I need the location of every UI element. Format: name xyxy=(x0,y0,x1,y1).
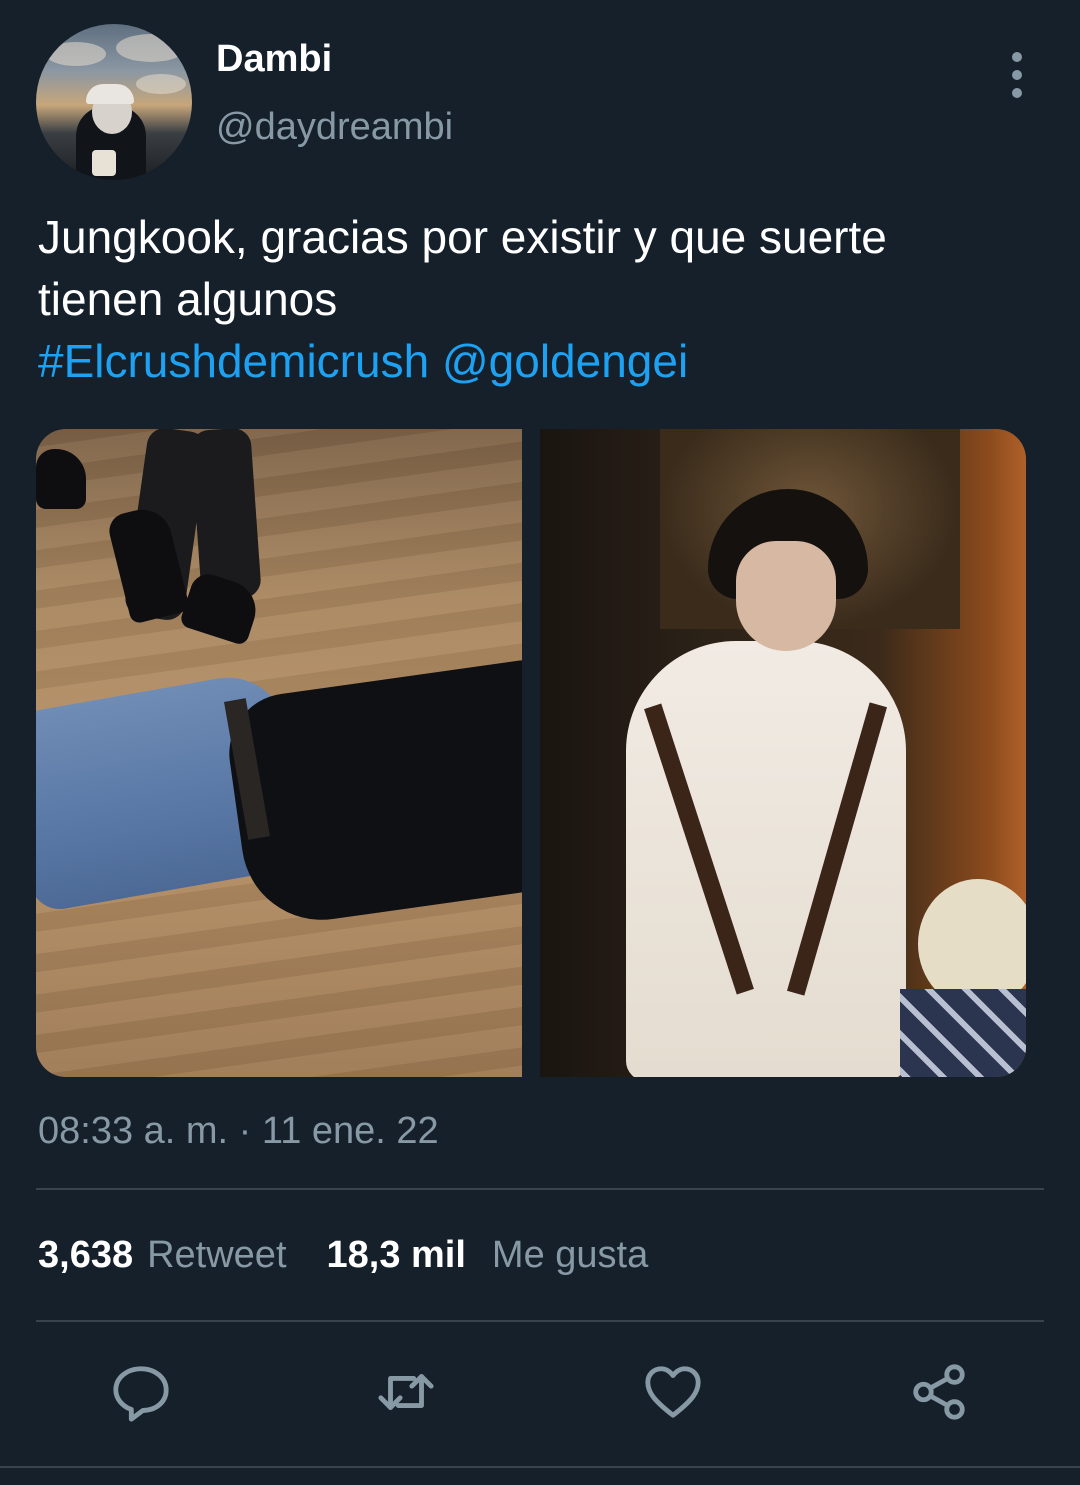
retweet-button[interactable] xyxy=(371,1350,441,1434)
dot-icon xyxy=(1012,88,1022,98)
divider xyxy=(36,1320,1044,1322)
reply-button[interactable] xyxy=(106,1350,176,1434)
retweets-stat[interactable]: 3,638 Retweet xyxy=(38,1234,287,1277)
reply-icon xyxy=(113,1366,169,1422)
user-handle[interactable]: @daydreambi xyxy=(216,106,453,149)
share-button[interactable] xyxy=(904,1350,974,1434)
tweet-text-line: tienen algunos xyxy=(38,273,338,325)
display-name[interactable]: Dambi xyxy=(216,38,332,81)
bottom-divider xyxy=(0,1466,1080,1468)
tweet-text: Jungkook, gracias por existir y que suer… xyxy=(38,206,1048,392)
divider xyxy=(36,1188,1044,1190)
more-options-button[interactable] xyxy=(1000,52,1034,98)
share-icon xyxy=(913,1364,965,1420)
like-button[interactable] xyxy=(638,1350,708,1434)
retweets-label: Retweet xyxy=(147,1234,287,1276)
retweets-count: 3,638 xyxy=(38,1234,134,1276)
retweet-icon xyxy=(378,1374,434,1410)
tweet-timestamp[interactable]: 08:33 a. m. · 11 ene. 22 xyxy=(38,1110,439,1153)
likes-count: 18,3 mil xyxy=(326,1234,466,1276)
tweet-photo-1[interactable] xyxy=(36,429,522,1077)
tweet-actions xyxy=(36,1350,1044,1434)
likes-stat[interactable]: 18,3 mil Me gusta xyxy=(327,1234,649,1277)
tweet-media xyxy=(36,429,1026,1077)
tweet-text-line: Jungkook, gracias por existir y que suer… xyxy=(38,211,887,263)
hashtag-link[interactable]: #Elcrushdemicrush xyxy=(38,335,429,387)
tweet-photo-2[interactable] xyxy=(540,429,1026,1077)
like-icon xyxy=(645,1366,701,1418)
tweet-stats: 3,638 Retweet 18,3 mil Me gusta xyxy=(38,1234,648,1277)
avatar[interactable] xyxy=(36,24,192,180)
dot-icon xyxy=(1012,70,1022,80)
dot-icon xyxy=(1012,52,1022,62)
likes-label: Me gusta xyxy=(491,1234,649,1276)
mention-link[interactable]: @goldengei xyxy=(442,335,688,387)
